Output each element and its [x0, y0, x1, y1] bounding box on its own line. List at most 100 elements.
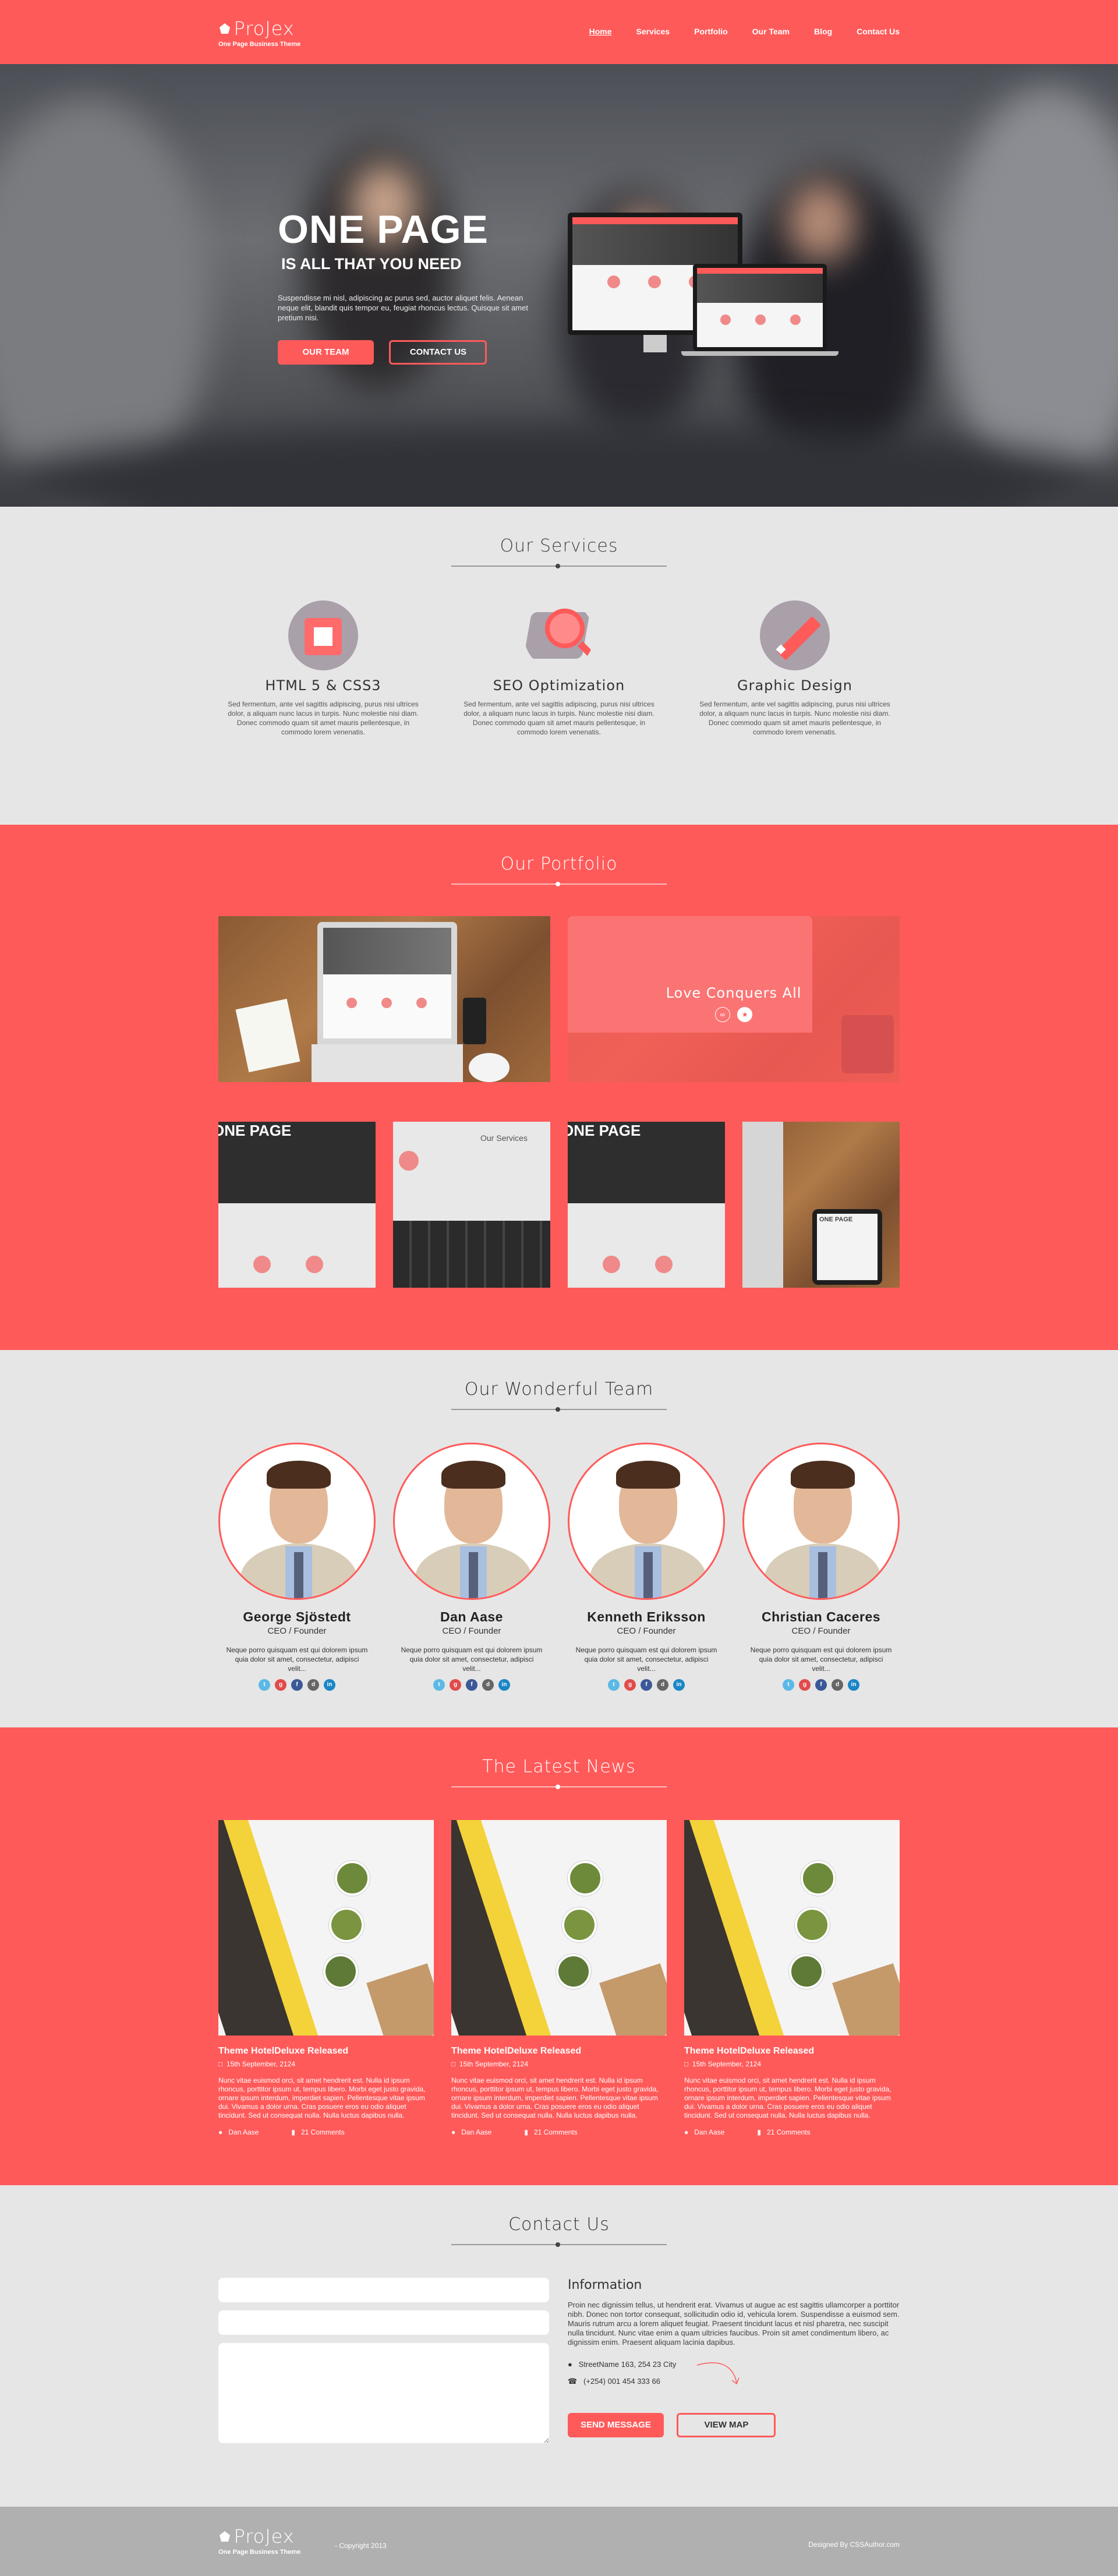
member-name: Christian Caceres — [761, 1609, 881, 1624]
nav-services[interactable]: Services — [636, 27, 670, 36]
member-role: CEO / Founder — [791, 1626, 851, 1636]
member-photo — [568, 1443, 725, 1600]
portfolio-thumb-label: ONE PAGE — [218, 1122, 292, 1139]
facebook-icon[interactable]: f — [466, 1679, 477, 1691]
news-title: The Latest News — [482, 1757, 636, 1777]
dribbble-icon[interactable]: d — [307, 1679, 319, 1691]
service-name: SEO Optimization — [493, 677, 625, 694]
brand-tagline: One Page Business Theme — [218, 2549, 301, 2556]
twitter-icon[interactable]: t — [259, 1679, 270, 1691]
facebook-icon[interactable]: f — [641, 1679, 652, 1691]
member-photo — [218, 1443, 376, 1600]
info-title: Information — [568, 2278, 642, 2292]
address-text: StreetName 163, 254 23 City — [578, 2360, 677, 2369]
post-image[interactable] — [218, 1820, 434, 2036]
member-photo — [393, 1443, 550, 1600]
calendar-icon: □ — [218, 2060, 223, 2068]
our-team-button[interactable]: OUR TEAM — [278, 340, 374, 365]
linkedin-icon[interactable]: in — [498, 1679, 510, 1691]
hero-content: ONE PAGE IS ALL THAT YOU NEED Suspendiss… — [278, 210, 540, 365]
hero-text: Suspendisse mi nisl, adipiscing ac purus… — [278, 294, 528, 322]
portfolio-item[interactable] — [218, 916, 550, 1082]
post-author[interactable]: Dan Aase — [461, 2128, 491, 2136]
calendar-icon: □ — [684, 2060, 689, 2068]
post-author[interactable]: Dan Aase — [694, 2128, 724, 2136]
footer-logo[interactable]: ProJex One Page Business Theme — [218, 2525, 300, 2556]
news-post: Theme HotelDeluxe Released □ 15th Septemb… — [218, 1820, 434, 2136]
facebook-icon[interactable]: f — [815, 1679, 827, 1691]
service-text: Sed fermentum, ante vel sagittis adipisc… — [464, 700, 654, 736]
laptop-image — [317, 922, 457, 1044]
twitter-icon[interactable]: t — [608, 1679, 620, 1691]
member-bio: Neque porro quisquam est qui dolorem ips… — [750, 1646, 892, 1673]
member-bio: Neque porro quisquam est qui dolorem ips… — [401, 1646, 543, 1673]
google-plus-icon[interactable]: g — [624, 1679, 636, 1691]
google-plus-icon[interactable]: g — [450, 1679, 461, 1691]
linkedin-icon[interactable]: in — [848, 1679, 859, 1691]
coffee-cup-image — [469, 1053, 510, 1082]
contact-us-button[interactable]: CONTACT US — [389, 340, 487, 365]
post-title[interactable]: Theme HotelDeluxe Released — [218, 2046, 434, 2056]
nav-our-team[interactable]: Our Team — [752, 27, 790, 36]
message-field[interactable] — [218, 2343, 549, 2443]
brand-tagline: One Page Business Theme — [218, 41, 301, 48]
service-card: HTML 5 & CSS3 Sed fermentum, ante vel sa… — [218, 600, 428, 737]
post-title[interactable]: Theme HotelDeluxe Released — [451, 2046, 667, 2056]
member-socials: t g f d in — [393, 1679, 550, 1691]
service-text: Sed fermentum, ante vel sagittis adipisc… — [228, 700, 419, 736]
portfolio-item[interactable]: Our Services — [393, 1122, 550, 1288]
nav-contact[interactable]: Contact Us — [857, 27, 900, 36]
nav-blog[interactable]: Blog — [814, 27, 832, 36]
designed-by-link[interactable]: Designed By CSSAuthor.com — [808, 2540, 900, 2549]
portfolio-item[interactable]: ONE PAGE — [218, 1122, 376, 1288]
logo[interactable]: ProJex One Page Business Theme — [218, 17, 300, 48]
contact-info: Information Proin nec dignissim tellus, … — [568, 2278, 900, 2451]
member-socials: t g f d in — [742, 1679, 900, 1691]
linkedin-icon[interactable]: in — [673, 1679, 685, 1691]
comments-icon: ▮ — [291, 2128, 295, 2136]
nav-home[interactable]: Home — [589, 27, 612, 36]
comments-icon: ▮ — [524, 2128, 528, 2136]
main-nav: Home Services Portfolio Our Team Blog Co… — [565, 27, 900, 36]
site-footer: ProJex One Page Business Theme - Copyrig… — [0, 2507, 1118, 2576]
portfolio-thumb-label: ONE PAGE — [817, 1214, 878, 1280]
post-image[interactable] — [451, 1820, 667, 2036]
post-comments[interactable]: 21 Comments — [767, 2128, 811, 2136]
nav-portfolio[interactable]: Portfolio — [694, 27, 728, 36]
zoom-icon[interactable]: ★ — [737, 1007, 753, 1022]
linkedin-icon[interactable]: in — [324, 1679, 335, 1691]
google-plus-icon[interactable]: g — [799, 1679, 811, 1691]
twitter-icon[interactable]: t — [433, 1679, 445, 1691]
post-comments[interactable]: 21 Comments — [534, 2128, 578, 2136]
team-member-card: Kenneth Eriksson CEO / Founder Neque porro… — [568, 1443, 725, 1691]
view-map-button[interactable]: VIEW MAP — [677, 2413, 776, 2437]
post-image[interactable] — [684, 1820, 900, 2036]
post-title[interactable]: Theme HotelDeluxe Released — [684, 2046, 900, 2056]
google-plus-icon[interactable]: g — [275, 1679, 286, 1691]
send-message-button[interactable]: SEND MESSAGE — [568, 2413, 664, 2437]
portfolio-item-featured[interactable]: Love Conquers All ∞ ★ — [568, 916, 900, 1082]
notebook-image — [235, 998, 300, 1073]
post-text: Nunc vitae euismod orci, sit amet hendre… — [218, 2076, 426, 2119]
twitter-icon[interactable]: t — [783, 1679, 794, 1691]
portfolio-item[interactable]: ONE PAGE — [568, 1122, 725, 1288]
post-comments[interactable]: 21 Comments — [301, 2128, 345, 2136]
brand-name: ProJex — [233, 17, 295, 40]
dribbble-icon[interactable]: d — [657, 1679, 668, 1691]
services-section: Our Services HTML 5 & CSS3 Sed fermentum… — [0, 507, 1118, 825]
news-post: Theme HotelDeluxe Released □ 15th Septemb… — [684, 1820, 900, 2136]
post-author[interactable]: Dan Aase — [228, 2128, 259, 2136]
user-icon: ● — [451, 2128, 456, 2136]
portfolio-caption: Love Conquers All — [666, 985, 802, 1001]
name-field[interactable] — [218, 2278, 549, 2302]
monitor-stand — [643, 335, 667, 352]
link-icon[interactable]: ∞ — [714, 1007, 730, 1022]
email-field[interactable] — [218, 2310, 549, 2335]
member-name: Kenneth Eriksson — [587, 1609, 706, 1624]
facebook-icon[interactable]: f — [291, 1679, 303, 1691]
portfolio-item[interactable]: ONE PAGE — [742, 1122, 900, 1288]
dribbble-icon[interactable]: d — [482, 1679, 494, 1691]
house-icon — [220, 23, 230, 34]
dribbble-icon[interactable]: d — [832, 1679, 843, 1691]
portfolio-title: Our Portfolio — [500, 854, 618, 874]
